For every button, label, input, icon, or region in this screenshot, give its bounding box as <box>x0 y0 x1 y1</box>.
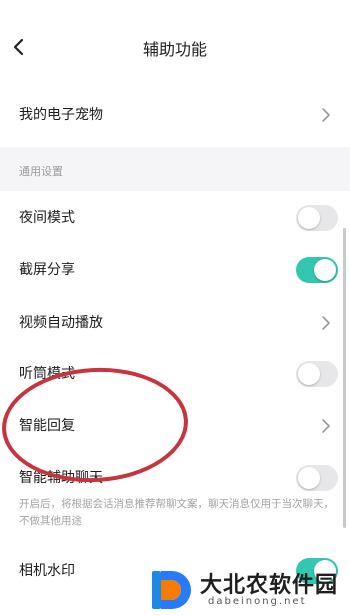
brand-logo-icon <box>152 571 191 609</box>
row-electronic-pet[interactable]: 我的电子宠物 <box>0 90 350 140</box>
toggle-knob <box>298 363 320 385</box>
toggle-knob <box>298 467 320 489</box>
chevron-right-icon <box>322 108 330 122</box>
row-label: 截屏分享 <box>19 262 75 278</box>
scrollbar[interactable] <box>343 228 346 528</box>
row-label: 相机水印 <box>19 563 75 579</box>
chevron-right-icon <box>322 316 330 330</box>
top-bar: 辅助功能 <box>0 0 350 92</box>
toggle-knob <box>298 207 320 229</box>
row-label: 我的电子宠物 <box>19 107 103 123</box>
page-title: 辅助功能 <box>142 40 207 59</box>
row-label: 视频自动播放 <box>19 315 103 331</box>
smart-chat-description: 开启后，将根据会话消息推荐帮聊文案，聊天消息仅用于当次聊天，不做其他用途 <box>19 498 334 527</box>
watermark-brand: 大北农软件园 <box>200 573 339 598</box>
section-title: 通用设置 <box>19 165 63 178</box>
row-label: 夜间模式 <box>19 210 75 226</box>
night-mode-toggle[interactable] <box>296 205 338 231</box>
watermark-url: dabeinong.net <box>208 596 307 607</box>
row-screenshot-share: 截屏分享 <box>0 245 350 295</box>
site-watermark: 大北农软件园 dabeinong.net <box>150 566 346 614</box>
screenshot-share-toggle[interactable] <box>296 257 338 283</box>
earpiece-mode-toggle[interactable] <box>296 361 338 387</box>
row-night-mode: 夜间模式 <box>0 193 350 243</box>
smart-chat-toggle[interactable] <box>296 465 338 491</box>
row-video-autoplay[interactable]: 视频自动播放 <box>0 298 350 348</box>
chevron-right-icon <box>322 419 330 433</box>
toggle-knob <box>314 259 336 281</box>
